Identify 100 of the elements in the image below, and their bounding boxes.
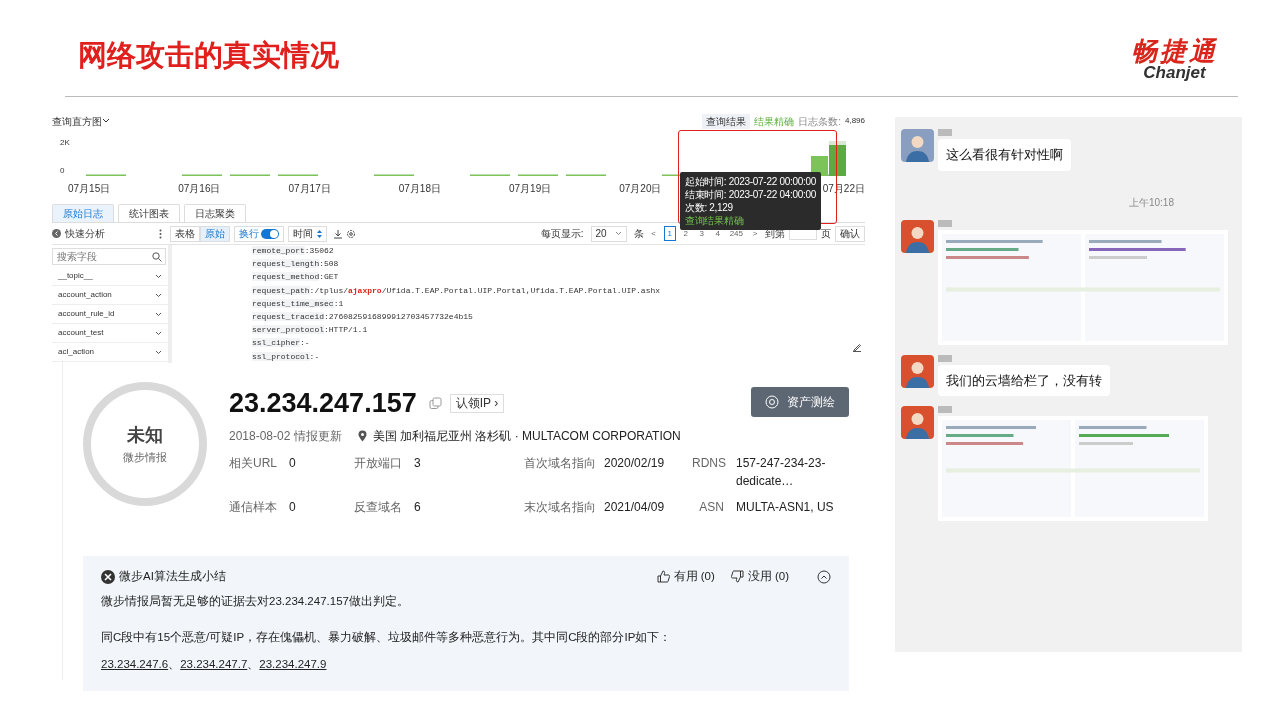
view-mode-button[interactable]: 原始 (200, 225, 230, 242)
edit-icon[interactable] (852, 342, 862, 352)
field-item[interactable]: acl_action (52, 343, 168, 362)
log-line: request_method:GET (252, 271, 340, 284)
axis-date-label: 07月15日 (68, 181, 111, 196)
stat-value: 6 (414, 499, 422, 516)
previous-page-button[interactable]: < (647, 227, 660, 240)
log-line: remote_port:35062 (252, 245, 335, 257)
summary-text: 微步情报局暂无足够的证据去对23.234.247.157做出判定。 (101, 594, 410, 610)
download-icon[interactable] (333, 228, 343, 239)
wrap-toggle[interactable]: 换行 (234, 225, 284, 242)
collapse-icon[interactable] (817, 569, 831, 584)
axis-date-label: 07月19日 (509, 181, 552, 196)
result-label: 查询结果 (702, 113, 751, 129)
log-line: request_traceid:2760825916899912703457732e4b15 (252, 311, 474, 324)
verdict-label: 未知 (127, 424, 163, 448)
field-item[interactable]: account_test (52, 324, 168, 343)
stat-label: 末次域名指向 (524, 499, 597, 516)
tooltip-text: 次数: 2,129 (685, 201, 734, 214)
field-item[interactable]: account_action (52, 286, 168, 305)
stat-value: 3 (414, 455, 422, 472)
page-button[interactable]: 4 (711, 227, 724, 240)
tooltip-text: 结束时间: 2023-07-22 04:00:00 (685, 188, 816, 201)
tab[interactable]: 原始日志 (52, 204, 114, 222)
page-button[interactable]: 245 (727, 227, 745, 240)
field-item[interactable]: __topic__ (52, 267, 168, 286)
x-logo-icon (101, 569, 115, 584)
page-button[interactable]: 2 (679, 227, 692, 240)
histogram-title: 查询直方图 (52, 114, 102, 129)
summary-text: 同C段中有15个恶意/可疑IP，存在傀儡机、暴力破解、垃圾邮件等多种恶意行为。其中同C段的部分IP如下： (101, 629, 673, 645)
log-count-label: 日志条数: (798, 114, 841, 129)
useless-button[interactable]: 没用 (0) (730, 568, 789, 586)
stat-value: 0 (289, 455, 297, 472)
axis-date-label: 07月16日 (178, 181, 221, 196)
ip-link[interactable]: 23.234.247.9 (259, 655, 327, 673)
verdict-source: 微步情报 (123, 450, 167, 466)
log-line: request_path:/tplus/ajaxpro/Ufida.T.EAP.Portal.UIP.Portal,Ufida.T.EAP.Portal.UIP.ashx (252, 284, 661, 297)
stat-label: 开放端口 (354, 455, 403, 472)
redacted-name (938, 129, 952, 136)
ip-link[interactable]: 23.234.247.7 (180, 655, 248, 673)
logo-subtext: Chanjet (1143, 64, 1207, 81)
stat-value: 0 (289, 499, 297, 516)
sort-select[interactable]: 时间 (288, 225, 327, 242)
chevron-down-icon (155, 349, 162, 355)
log-line: request_length:508 (252, 258, 340, 271)
stat-label: RDNS (692, 455, 727, 472)
sort-icon (317, 229, 322, 238)
copy-icon[interactable] (428, 397, 442, 410)
axis-tick-label: 2K (60, 137, 71, 149)
thumbs-up-icon (656, 570, 670, 584)
stat-label: 相关URL (229, 455, 278, 472)
ip-link[interactable]: 23.234.247.6 (101, 655, 169, 673)
chat-message: 这么看很有针对性啊 (938, 139, 1071, 171)
redacted-name (938, 219, 952, 227)
useful-button[interactable]: 有用 (0) (656, 568, 715, 586)
summary-title: 微步AI算法生成小结 (119, 569, 226, 584)
radar-icon (765, 394, 779, 409)
slide-title: 网络攻击的真实情况 (78, 40, 339, 72)
log-line: ssl_protocol:- (252, 350, 321, 363)
confirm-button[interactable]: 确认 (835, 225, 865, 242)
more-icon[interactable] (159, 228, 162, 239)
separator-text: 、 (247, 656, 260, 672)
stat-value: MULTA-ASN1, US (736, 499, 835, 516)
field-item[interactable]: account_rule_id (52, 305, 168, 324)
stat-label: 反查域名 (354, 499, 403, 516)
stat-label: 首次域名指向 (524, 455, 597, 472)
tab[interactable]: 统计图表 (118, 204, 180, 222)
stat-value: 157-247-234-23-dedicate… (736, 455, 827, 490)
redacted-name (938, 406, 952, 413)
location-text: 美国 加利福尼亚州 洛杉矶 · MULTACOM CORPORATION (372, 428, 681, 445)
chevron-down-icon[interactable] (102, 118, 110, 124)
stat-label: 通信样本 (229, 499, 278, 516)
log-line: server_protocol:HTTP/1.1 (252, 324, 369, 337)
axis-tick-label: 0 (60, 165, 66, 177)
quick-analysis-label: 快速分析 (65, 227, 105, 241)
chevron-down-icon (155, 273, 162, 279)
result-status: 结果精确 (754, 114, 795, 129)
per-page-select[interactable]: 20 (590, 225, 627, 242)
page-unit: 页 (821, 227, 831, 241)
asset-mapping-button[interactable]: 资产测绘 (751, 386, 849, 417)
ip-address: 23.234.247.157 (229, 390, 417, 417)
settings-icon[interactable] (346, 228, 356, 239)
chat-message: 我们的云墙给栏了，没有转 (938, 364, 1110, 396)
stat-value: 2020/02/19 (604, 455, 666, 472)
next-page-button[interactable]: > (749, 227, 761, 240)
tab[interactable]: 日志聚类 (184, 204, 246, 222)
update-date: 2018-08-02 情报更新 (229, 428, 342, 445)
logo-text: 畅捷通 (1131, 38, 1218, 64)
claim-ip-button[interactable]: 认领IP › (449, 394, 505, 413)
view-mode-button[interactable]: 表格 (170, 225, 200, 242)
location-pin-icon (357, 430, 367, 442)
axis-date-label: 07月17日 (288, 181, 331, 196)
chevron-down-icon (155, 311, 162, 317)
per-page-unit: 条 (633, 227, 644, 241)
tooltip-status: 查询结果精确 (685, 214, 745, 227)
page-button[interactable]: 3 (695, 227, 708, 240)
page-button[interactable]: 1 (663, 226, 676, 241)
stat-value: 2021/04/09 (604, 499, 666, 516)
message-time: 上午10:18 (1127, 195, 1175, 210)
back-circle-icon[interactable] (52, 229, 61, 238)
